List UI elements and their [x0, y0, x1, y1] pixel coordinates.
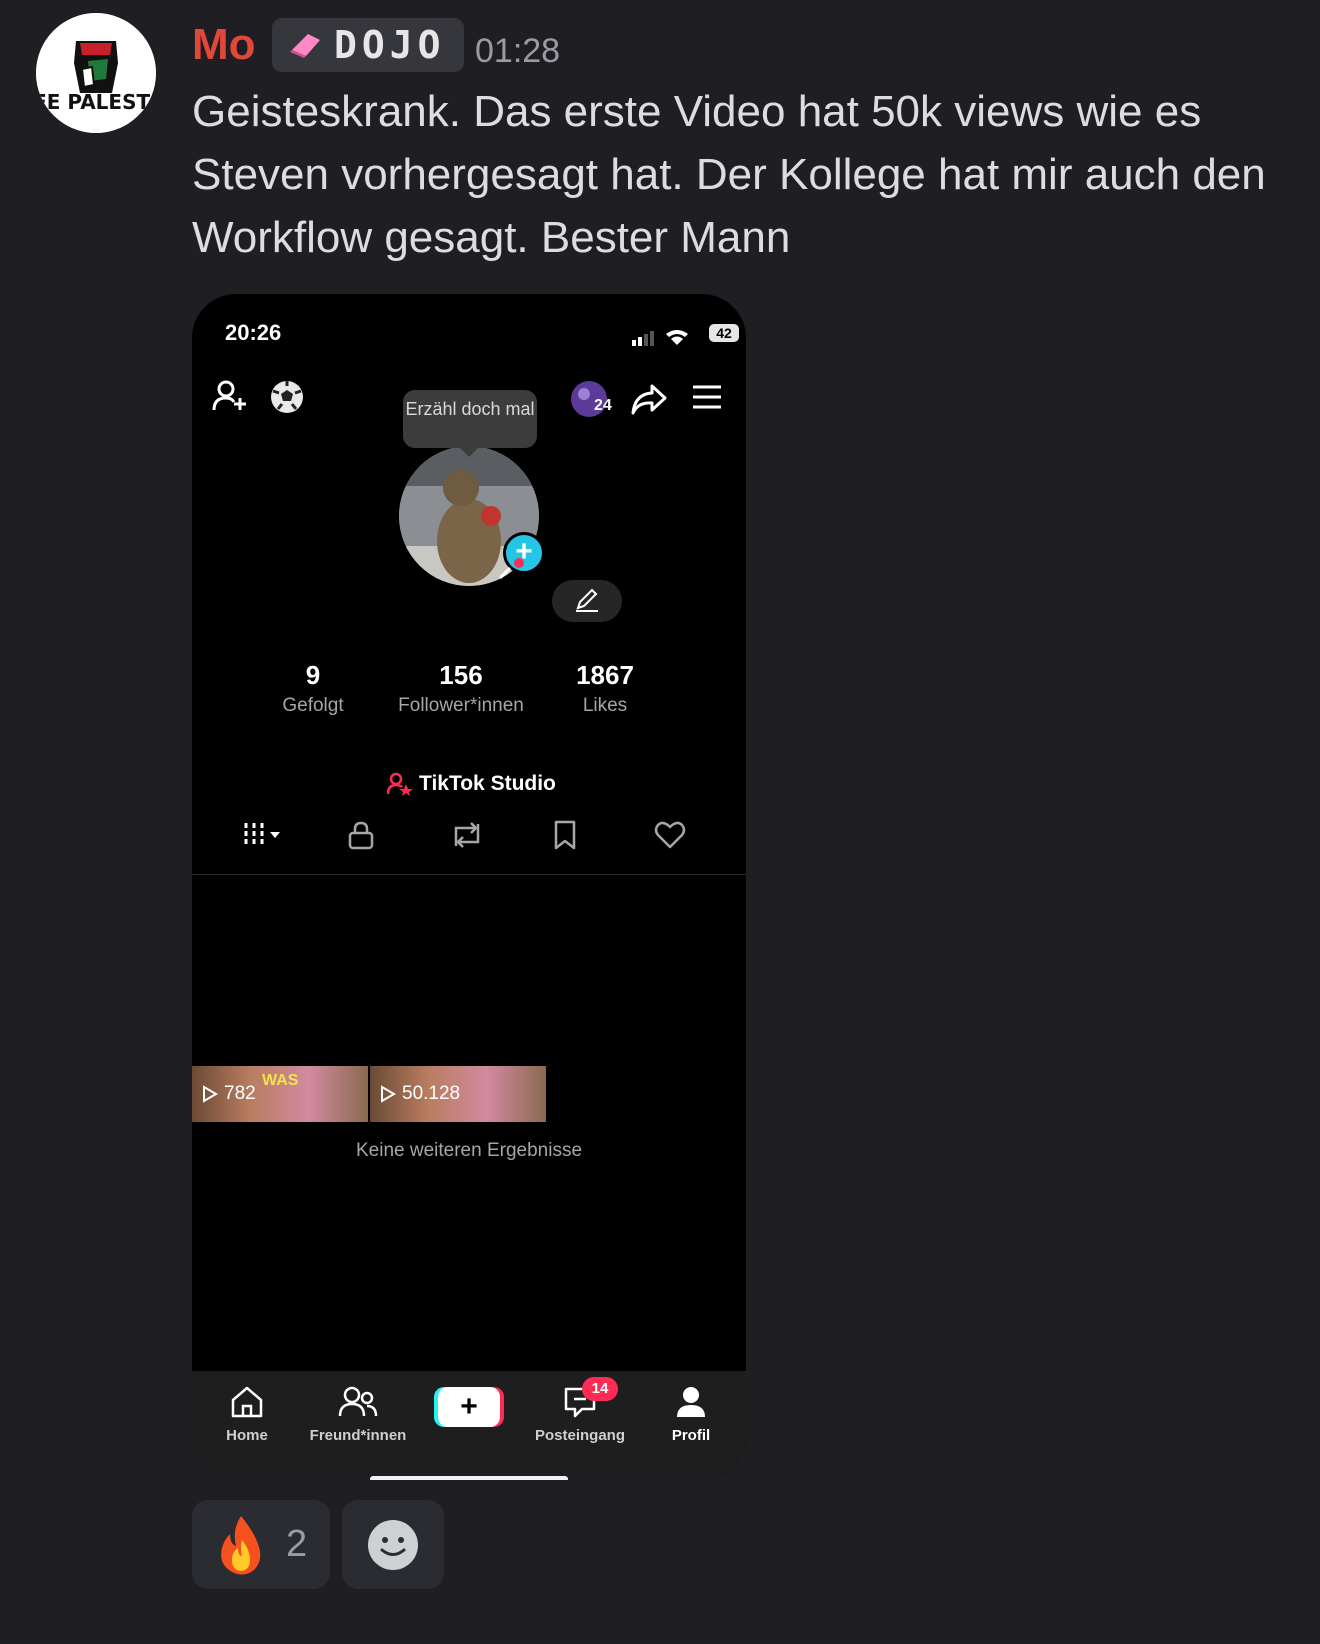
video-thumbnail[interactable]: WAS 782 [192, 876, 368, 1122]
menu-icon[interactable] [692, 384, 722, 410]
nav-home[interactable]: Home [192, 1385, 302, 1444]
image-attachment[interactable]: 20:26 42 24 + Erzähl doch mal 9 Gefolgt … [192, 294, 746, 1480]
bookmark-tab-icon[interactable] [552, 820, 578, 850]
create-video-button[interactable]: + [438, 1387, 500, 1427]
nav-friends[interactable]: Freund*innen [303, 1385, 413, 1444]
share-icon[interactable] [630, 382, 668, 416]
edit-name-icon[interactable] [498, 558, 528, 580]
no-more-results: Keine weiteren Ergebnisse [355, 1140, 583, 1161]
video-grid: WAS 782 50.128 [192, 876, 546, 1122]
repost-tab-icon[interactable] [450, 820, 484, 850]
reaction-count: 2 [286, 1523, 308, 1565]
following-stat[interactable]: 9 Gefolgt [238, 660, 388, 717]
followers-label: Follower*innen [398, 695, 524, 716]
likes-stat[interactable]: 1867 Likes [530, 660, 680, 717]
tiktok-studio-button[interactable]: TikTok Studio [387, 772, 556, 796]
inbox-badge: 14 [582, 1377, 618, 1401]
tabs-divider [192, 874, 746, 875]
nav-friends-label: Freund*innen [309, 1427, 407, 1444]
thumbnail-caption: WAS [262, 1072, 299, 1089]
pink-eraser-icon [290, 34, 320, 58]
following-label: Gefolgt [282, 695, 344, 716]
profile-icon [677, 1387, 705, 1417]
view-count: 50.128 [380, 1083, 460, 1105]
home-indicator [370, 1476, 568, 1480]
role-tag-label: DOJO [334, 23, 446, 67]
tiktok-studio-label: TikTok Studio [419, 772, 556, 795]
liked-tab-icon[interactable] [654, 820, 686, 850]
likes-label: Likes [582, 695, 628, 716]
followers-count: 156 [439, 660, 483, 690]
view-count: 782 [202, 1083, 256, 1105]
followers-stat[interactable]: 156 Follower*innen [386, 660, 536, 717]
play-icon [203, 1085, 218, 1103]
message-timestamp: 01:28 [475, 32, 561, 70]
author-avatar[interactable]: FREE PALESTINE [36, 13, 156, 133]
profile-tabs [192, 802, 746, 872]
videos-grid-tab-icon[interactable] [244, 820, 290, 850]
likes-count: 1867 [576, 660, 634, 690]
nav-inbox[interactable]: Posteingang [525, 1385, 635, 1444]
bottom-nav: Home Freund*innen + Posteingang 14 Profi… [192, 1371, 746, 1480]
video-thumbnail[interactable]: 50.128 [370, 876, 546, 1122]
nav-inbox-label: Posteingang [534, 1427, 625, 1444]
message-text: Geisteskrank. Das erste Video hat 50k vi… [192, 87, 1266, 262]
battery-indicator: 42 [709, 324, 739, 342]
creator-star-icon [387, 772, 413, 796]
home-icon [231, 1386, 263, 1418]
soccer-ball-icon[interactable] [270, 380, 304, 414]
nav-profile-label: Profil [671, 1427, 711, 1444]
status-time: 20:26 [225, 320, 282, 345]
smiley-add-reaction-icon [368, 1519, 418, 1570]
add-friend-icon[interactable] [212, 378, 248, 414]
avatar-text: FREE PALESTINE [36, 90, 156, 114]
add-reaction-button[interactable] [342, 1500, 444, 1589]
signal-wifi-icon [632, 330, 688, 346]
reaction-fire[interactable]: 2 [192, 1500, 330, 1589]
fire-emoji-icon [221, 1515, 261, 1575]
lock-tab-icon[interactable] [346, 820, 376, 850]
author-name[interactable]: Mo [192, 20, 256, 70]
nav-home-label: Home [226, 1427, 268, 1444]
play-icon [381, 1085, 396, 1103]
free-palestine-avatar-icon: FREE PALESTINE [36, 13, 156, 133]
role-tag[interactable]: DOJO [272, 18, 464, 72]
pencil-icon [576, 588, 598, 612]
friends-icon [338, 1386, 378, 1417]
coin-count: 24 [594, 397, 612, 414]
nav-profile[interactable]: Profil [636, 1385, 746, 1444]
following-count: 9 [305, 660, 321, 690]
edit-profile-button[interactable] [552, 580, 622, 622]
bio-tooltip[interactable]: Erzähl doch mal [403, 390, 537, 457]
